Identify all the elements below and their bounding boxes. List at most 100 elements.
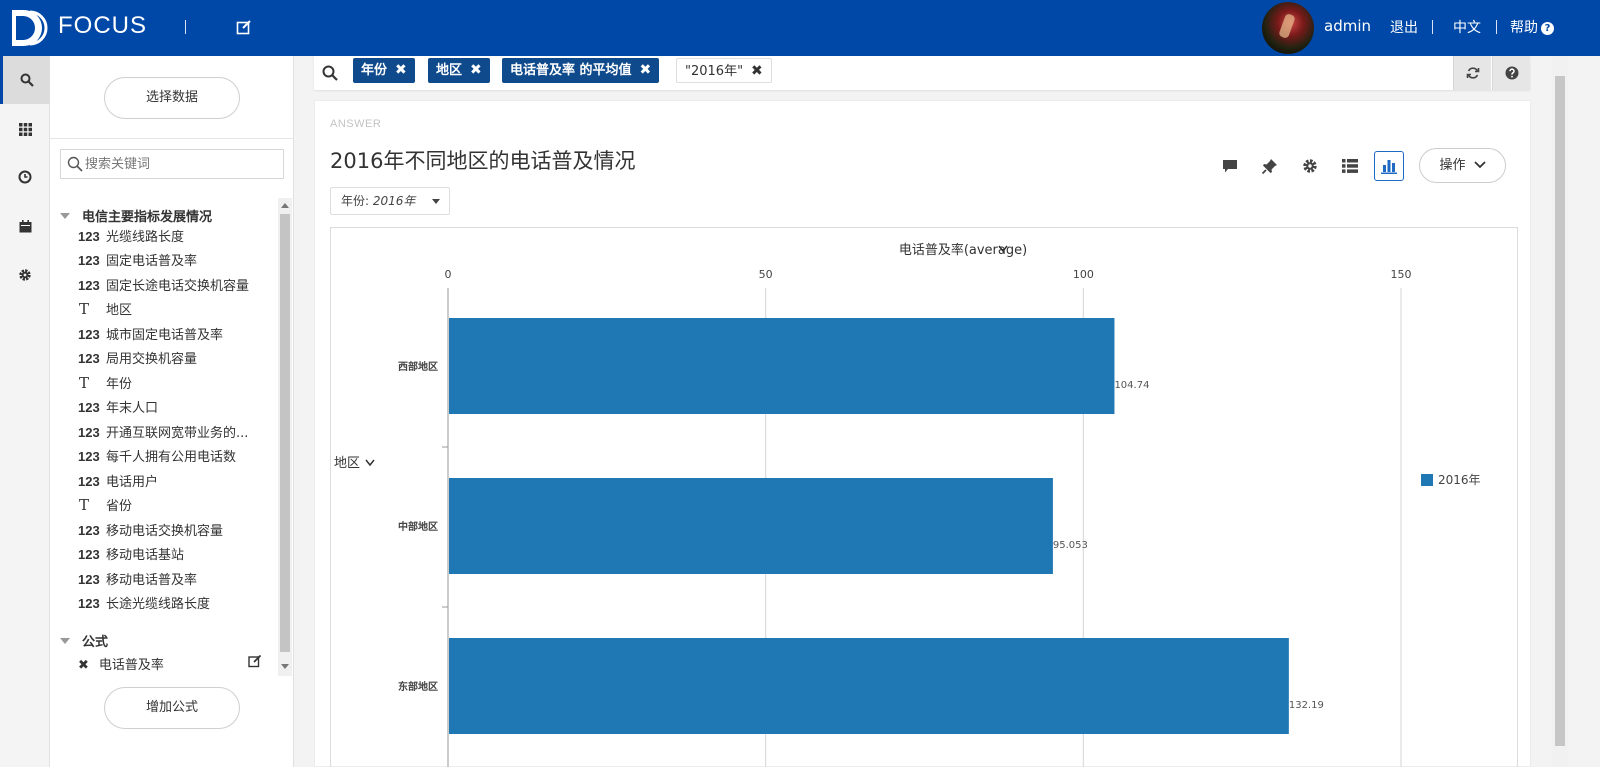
navbar-divider [1432, 20, 1433, 34]
scroll-up-arrow-icon[interactable] [281, 203, 289, 208]
bar[interactable] [449, 638, 1289, 734]
chart-area: 电话普及率(average) 0 50 100 150 地区 西部地区 104.74 中部地区 9… [330, 227, 1518, 767]
field-tree: 电信主要指标发展情况 123 光缆线路长度 123 固定电话普及率 123 固定长途电… [50, 198, 278, 678]
field-item[interactable]: T 地区 [78, 299, 276, 321]
list-icon [1342, 159, 1358, 173]
field-item[interactable]: 123 长途光缆线路长度 [78, 593, 276, 615]
answer-title[interactable]: 2016年不同地区的电话普及情况 [330, 145, 635, 175]
field-item[interactable]: 123 城市固定电话普及率 [78, 324, 276, 346]
y-tick-label: 东部地区 [398, 680, 438, 693]
remove-chip-icon[interactable]: ✖ [640, 62, 652, 78]
bar[interactable] [449, 478, 1053, 574]
y-axis-label[interactable]: 地区 [334, 456, 360, 471]
year-filter-dropdown[interactable]: 年份: 2016年 [330, 187, 450, 215]
remove-chip-icon[interactable]: ✖ [395, 62, 407, 78]
y-tick-label: 西部地区 [398, 360, 438, 373]
remove-chip-icon[interactable]: ✖ [470, 62, 482, 78]
group-telecom-indicators[interactable]: 电信主要指标发展情况 [60, 206, 212, 225]
field-item[interactable]: 123 移动电话交换机容量 [78, 520, 276, 542]
scrollbar-thumb[interactable] [1555, 76, 1565, 746]
field-item[interactable]: 123 电话用户 [78, 471, 276, 493]
numeric-type-icon: 123 [78, 229, 100, 244]
remove-formula-icon[interactable]: ✖ [78, 658, 89, 673]
brand-name: FOCUS [58, 12, 147, 39]
chart-settings-button[interactable] [1295, 151, 1325, 181]
question-icon: ? [1541, 22, 1554, 35]
rail-apps[interactable] [0, 105, 50, 153]
table-view-button[interactable] [1335, 151, 1365, 181]
query-help-button[interactable] [1492, 56, 1530, 90]
add-formula-button[interactable]: 增加公式 [104, 687, 240, 729]
query-chip-year[interactable]: 年份 ✖ [353, 58, 415, 83]
focus-logo-icon [12, 10, 48, 46]
field-item[interactable]: T 年份 [78, 373, 276, 395]
field-item[interactable]: 123 固定电话普及率 [78, 250, 276, 272]
field-item[interactable]: 123 光缆线路长度 [78, 226, 276, 248]
numeric-type-icon: 123 [78, 474, 100, 489]
field-item[interactable]: 123 移动电话普及率 [78, 569, 276, 591]
remove-chip-icon[interactable]: ✖ [751, 63, 763, 79]
rail-search[interactable] [0, 56, 50, 104]
query-chip-region[interactable]: 地区 ✖ [428, 58, 490, 83]
navbar-divider [185, 20, 186, 34]
caret-down-icon [432, 199, 440, 204]
keyword-search[interactable] [60, 149, 284, 179]
query-bar[interactable]: 年份 ✖ 地区 ✖ 电话普及率 的平均值 ✖ "2016年" ✖ [314, 56, 1530, 90]
operations-dropdown[interactable]: 操作 [1419, 148, 1506, 183]
refresh-button[interactable] [1453, 56, 1491, 90]
edit-formula-icon[interactable] [248, 654, 262, 668]
field-label: 固定电话普及率 [106, 254, 198, 269]
group-formulas[interactable]: 公式 [60, 631, 108, 650]
username[interactable]: admin [1324, 17, 1371, 35]
scrollbar-thumb[interactable] [280, 214, 290, 652]
rail-settings[interactable] [0, 251, 50, 299]
chart-view-button[interactable] [1374, 151, 1404, 181]
user-avatar[interactable] [1262, 2, 1314, 54]
bar[interactable] [449, 318, 1115, 414]
edit-icon[interactable] [236, 19, 252, 35]
scroll-down-arrow-icon[interactable] [281, 664, 289, 669]
query-chip-literal[interactable]: "2016年" ✖ [676, 58, 772, 83]
field-label: 局用交换机容量 [106, 352, 198, 367]
field-item[interactable]: 123 每千人拥有公用电话数 [78, 446, 276, 468]
x-axis-label[interactable]: 电话普及率(average) [899, 242, 1027, 258]
search-icon [67, 156, 83, 172]
language-link[interactable]: 中文 [1453, 17, 1481, 37]
field-label: 移动电话基站 [106, 548, 185, 563]
page-scrollbar[interactable] [1552, 56, 1568, 767]
field-label: 城市固定电话普及率 [106, 328, 224, 343]
gear-icon [19, 269, 31, 281]
formula-item[interactable]: ✖ 电话普及率 [78, 654, 268, 673]
x-tick-label: 0 [445, 268, 452, 281]
gear-icon [1303, 159, 1317, 173]
field-label: 开通互联网宽带业务的... [106, 426, 249, 441]
field-item[interactable]: 123 移动电话基站 [78, 544, 276, 566]
chip-label: "2016年" [685, 64, 744, 79]
collapse-triangle-icon [60, 213, 70, 219]
help-label: 帮助 [1510, 20, 1538, 36]
refresh-icon [1466, 67, 1479, 79]
field-item[interactable]: 123 开通互联网宽带业务的... [78, 422, 276, 444]
data-panel: 选择数据 电信主要指标发展情况 123 光缆线路长度 123 固定电话普及率 123… [50, 56, 294, 767]
legend-label[interactable]: 2016年 [1438, 473, 1481, 487]
query-chip-measure[interactable]: 电话普及率 的平均值 ✖ [502, 58, 660, 83]
comment-button[interactable] [1215, 151, 1245, 181]
data-label: 104.74 [1114, 380, 1149, 391]
field-item[interactable]: 123 年末人口 [78, 397, 276, 419]
clock-icon [18, 170, 32, 184]
chevron-down-icon[interactable] [365, 459, 375, 467]
rail-history[interactable] [0, 153, 50, 201]
grid-icon [18, 122, 32, 136]
logout-link[interactable]: 退出 [1390, 17, 1418, 37]
rail-calendar[interactable] [0, 202, 50, 250]
field-item[interactable]: 123 局用交换机容量 [78, 348, 276, 370]
field-tree-scrollbar[interactable] [278, 198, 292, 676]
keyword-search-input[interactable] [85, 154, 279, 174]
x-tick-label: 100 [1073, 268, 1094, 281]
select-data-button[interactable]: 选择数据 [104, 77, 240, 119]
pin-button[interactable] [1255, 151, 1285, 181]
numeric-type-icon: 123 [78, 278, 100, 293]
field-item[interactable]: T 省份 [78, 495, 276, 517]
field-item[interactable]: 123 固定长途电话交换机容量 [78, 275, 276, 297]
help-link[interactable]: 帮助? [1510, 17, 1554, 37]
